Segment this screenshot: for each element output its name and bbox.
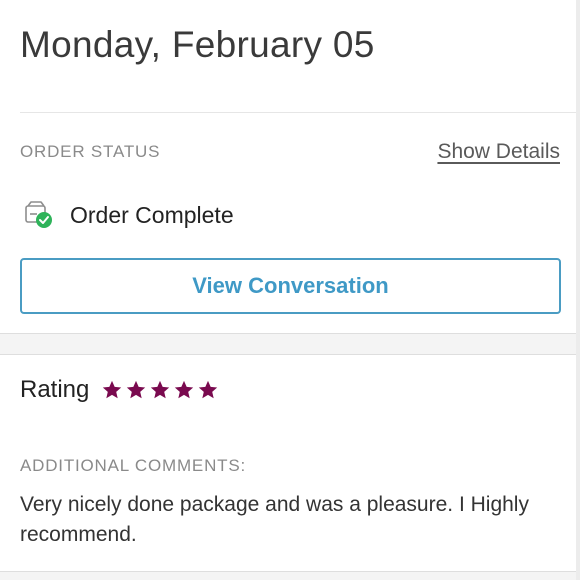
order-status-text: Order Complete xyxy=(70,201,234,228)
section-gap xyxy=(0,333,580,355)
rating-label: Rating xyxy=(20,376,90,403)
order-status-row: Order Complete xyxy=(22,198,234,232)
divider xyxy=(20,112,580,113)
comment-text: Very nicely done package and was a pleas… xyxy=(20,493,529,546)
star-icon xyxy=(127,380,146,399)
additional-comments-label: ADDITIONAL COMMENTS: xyxy=(20,456,246,475)
view-conversation-button[interactable]: View Conversation xyxy=(20,258,561,314)
rating-stars xyxy=(101,379,219,401)
star-icon xyxy=(103,380,122,399)
show-details-link[interactable]: Show Details xyxy=(437,140,560,164)
scroll-edge xyxy=(576,0,580,580)
star-icon xyxy=(199,380,218,399)
star-icon xyxy=(151,380,170,399)
bottom-divider xyxy=(0,571,580,580)
rating-row: Rating xyxy=(20,376,219,404)
star-icon xyxy=(175,380,194,399)
order-card: Monday, February 05 ORDER STATUS Show De… xyxy=(0,0,580,333)
order-status-label: ORDER STATUS xyxy=(20,142,161,161)
page-title: Monday, February 05 xyxy=(20,24,375,65)
package-check-icon xyxy=(22,200,56,230)
